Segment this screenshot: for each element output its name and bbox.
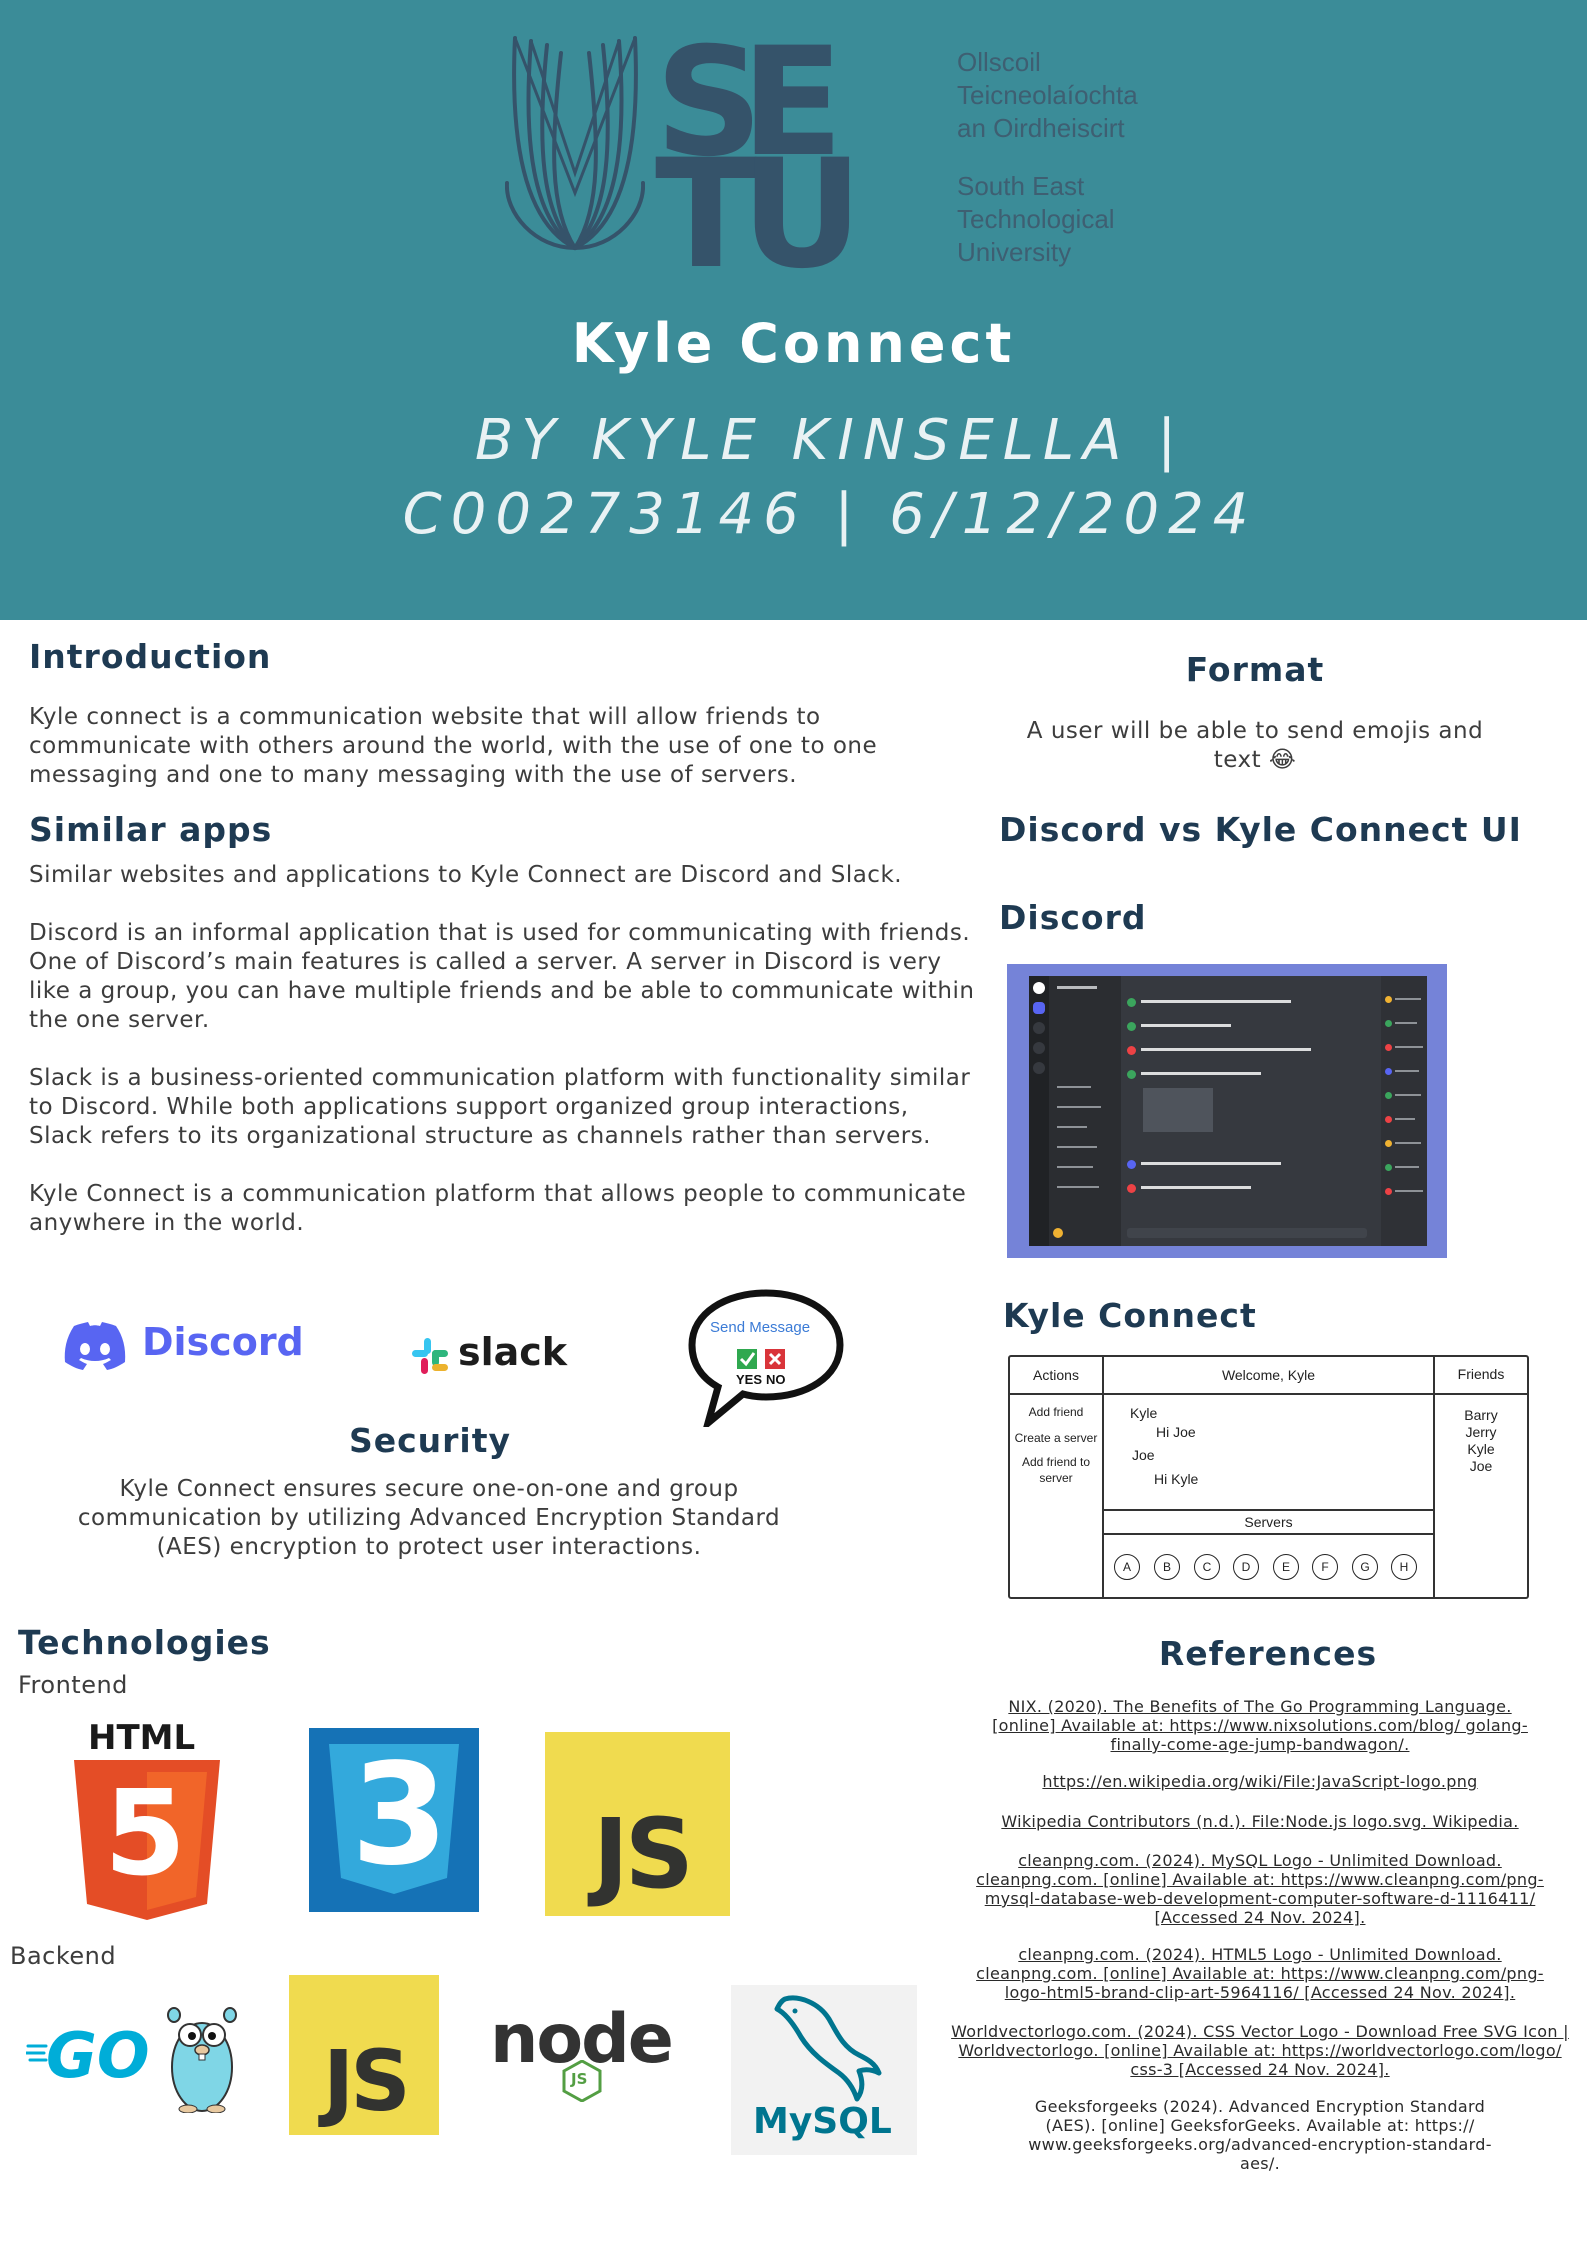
kyle-connect-wireframe: Actions Welcome, Kyle Friends Add friend… [1008, 1355, 1529, 1599]
nodejs-logo: node JS [490, 2000, 690, 2102]
reference-mysql[interactable]: cleanpng.com. (2024). MySQL Logo - Unlim… [940, 1851, 1580, 1927]
discord-channel-list [1049, 976, 1121, 1246]
backend-label: Backend [10, 1942, 117, 1970]
action-add-friend-to-server-line2: server [1039, 1471, 1073, 1485]
references-list: NIX. (2020). The Benefits of The Go Prog… [940, 1697, 1580, 2173]
similar-apps-p1: Similar websites and applications to Kyl… [29, 862, 903, 888]
send-message-label: Send Message [710, 1319, 811, 1336]
logo-irish-name: Ollscoil Teicneolaíochta an Oirdheiscirt [957, 47, 1138, 143]
mysql-wordmark: MySQL [753, 2101, 892, 2142]
discord-ui-heading: Discord [999, 898, 1147, 937]
setu-mark-icon [505, 36, 645, 250]
discord-logo: Discord [62, 1318, 322, 1374]
server-button-a[interactable]: A [1114, 1554, 1140, 1580]
mysql-dolphin-icon [774, 1995, 882, 2102]
go-wordmark: GO [46, 2019, 150, 2092]
reference-html5[interactable]: cleanpng.com. (2024). HTML5 Logo - Unlim… [940, 1945, 1580, 2002]
discord-chat-area [1121, 976, 1381, 1246]
discord-icon [64, 1322, 126, 1370]
slack-logo: slack [410, 1330, 570, 1380]
go-logo: GO [26, 2005, 240, 2115]
server-button-e[interactable]: E [1273, 1554, 1299, 1580]
setu-logo: S E T U Ollscoil Teicneolaíochta an Oird… [505, 28, 1145, 290]
reference-aes: Geeksforgeeks (2024). Advanced Encryptio… [1028, 2097, 1492, 2173]
friend-item[interactable]: Joe [1435, 1458, 1527, 1474]
server-button-g[interactable]: G [1352, 1554, 1378, 1580]
server-button-h[interactable]: H [1391, 1554, 1417, 1580]
javascript-logo-frontend: JS [545, 1732, 730, 1916]
poster-subtitle: BY KYLE KINSELLA | C00273146 | 6/12/2024 [402, 408, 1258, 547]
message-sender: Joe [1132, 1447, 1155, 1463]
server-button-c[interactable]: C [1194, 1554, 1220, 1580]
action-create-server[interactable]: Create a server [1010, 1431, 1102, 1445]
discord-server-rail [1029, 976, 1049, 1246]
html5-number: 5 [104, 1764, 187, 1902]
similar-apps-p2: Discord is an informal application that … [29, 920, 975, 1033]
discord-wordmark: Discord [142, 1320, 304, 1364]
format-text: A user will be able to send emojis and t… [1026, 718, 1484, 773]
friends-header: Friends [1457, 1366, 1505, 1382]
server-button-f[interactable]: F [1312, 1554, 1338, 1580]
slack-icon [412, 1338, 448, 1374]
similar-apps-text: Similar websites and applications to Kyl… [29, 861, 979, 1238]
message-text: Hi Kyle [1154, 1471, 1199, 1487]
technologies-heading: Technologies [18, 1623, 271, 1662]
discord-window [1029, 976, 1427, 1246]
js-wordmark-backend: JS [323, 2032, 411, 2130]
security-heading: Security [348, 1421, 512, 1460]
frontend-label: Frontend [18, 1671, 128, 1699]
reference-node[interactable]: Wikipedia Contributors (n.d.). File:Node… [940, 1812, 1580, 1831]
introduction-heading: Introduction [29, 637, 272, 676]
logo-english-name: South East Technological University [957, 171, 1115, 267]
node-js-sub: JS [571, 2070, 588, 2088]
reference-js[interactable]: https://en.wikipedia.org/wiki/File:JavaS… [940, 1772, 1580, 1791]
gopher-icon [167, 2007, 237, 2113]
slack-wordmark: slack [458, 1330, 568, 1374]
friend-item[interactable]: Barry [1435, 1407, 1527, 1423]
actions-header: Actions [1033, 1367, 1079, 1383]
kyle-connect-ui-heading: Kyle Connect [1003, 1296, 1257, 1335]
similar-apps-heading: Similar apps [29, 810, 273, 849]
logo-letter-u: U [741, 128, 863, 302]
discord-ui-screenshot [1007, 964, 1447, 1258]
message-text: Hi Joe [1156, 1424, 1196, 1440]
ui-compare-heading: Discord vs Kyle Connect UI [999, 810, 1522, 849]
format-heading: Format [1185, 650, 1325, 689]
reference-go[interactable]: NIX. (2020). The Benefits of The Go Prog… [940, 1697, 1580, 1754]
servers-label: Servers [1244, 1514, 1293, 1530]
action-add-friend-to-server[interactable]: Add friend to [1010, 1455, 1102, 1469]
javascript-logo-backend: JS [289, 1975, 439, 2135]
server-button-b[interactable]: B [1154, 1554, 1180, 1580]
go-speed-lines-icon [26, 2044, 48, 2062]
no-label: NO [766, 1372, 786, 1387]
yes-label: YES [736, 1372, 763, 1387]
server-button-d[interactable]: D [1233, 1554, 1259, 1580]
reference-css3[interactable]: Worldvectorlogo.com. (2024). CSS Vector … [940, 2022, 1580, 2079]
friend-item[interactable]: Jerry [1435, 1424, 1527, 1440]
security-text: Kyle Connect ensures secure one-on-one a… [77, 1476, 781, 1560]
css3-number: 3 [351, 1734, 449, 1897]
message-sender: Kyle [1130, 1405, 1158, 1421]
html5-logo: HTML 5 [74, 1718, 220, 1920]
similar-apps-p4: Kyle Connect is a communication platform… [29, 1181, 967, 1236]
mysql-logo: MySQL [731, 1985, 917, 2155]
references-heading: References [1158, 1634, 1378, 1673]
speech-bubble-icon [688, 1289, 844, 1427]
action-add-friend[interactable]: Add friend [1010, 1405, 1102, 1419]
js-wordmark: JS [593, 1798, 694, 1910]
similar-apps-p3: Slack is a business-oriented communicati… [29, 1065, 971, 1149]
kyle-connect-bubble-logo: Send Message YES NO [686, 1287, 846, 1427]
welcome-header: Welcome, Kyle [1221, 1367, 1316, 1383]
html5-wordmark: HTML [88, 1718, 196, 1758]
poster-title: Kyle Connect [571, 312, 1016, 375]
friend-item[interactable]: Kyle [1435, 1441, 1527, 1457]
css3-logo: 3 [309, 1728, 479, 1912]
discord-member-list [1381, 976, 1427, 1246]
introduction-text: Kyle connect is a communication website … [29, 704, 878, 788]
